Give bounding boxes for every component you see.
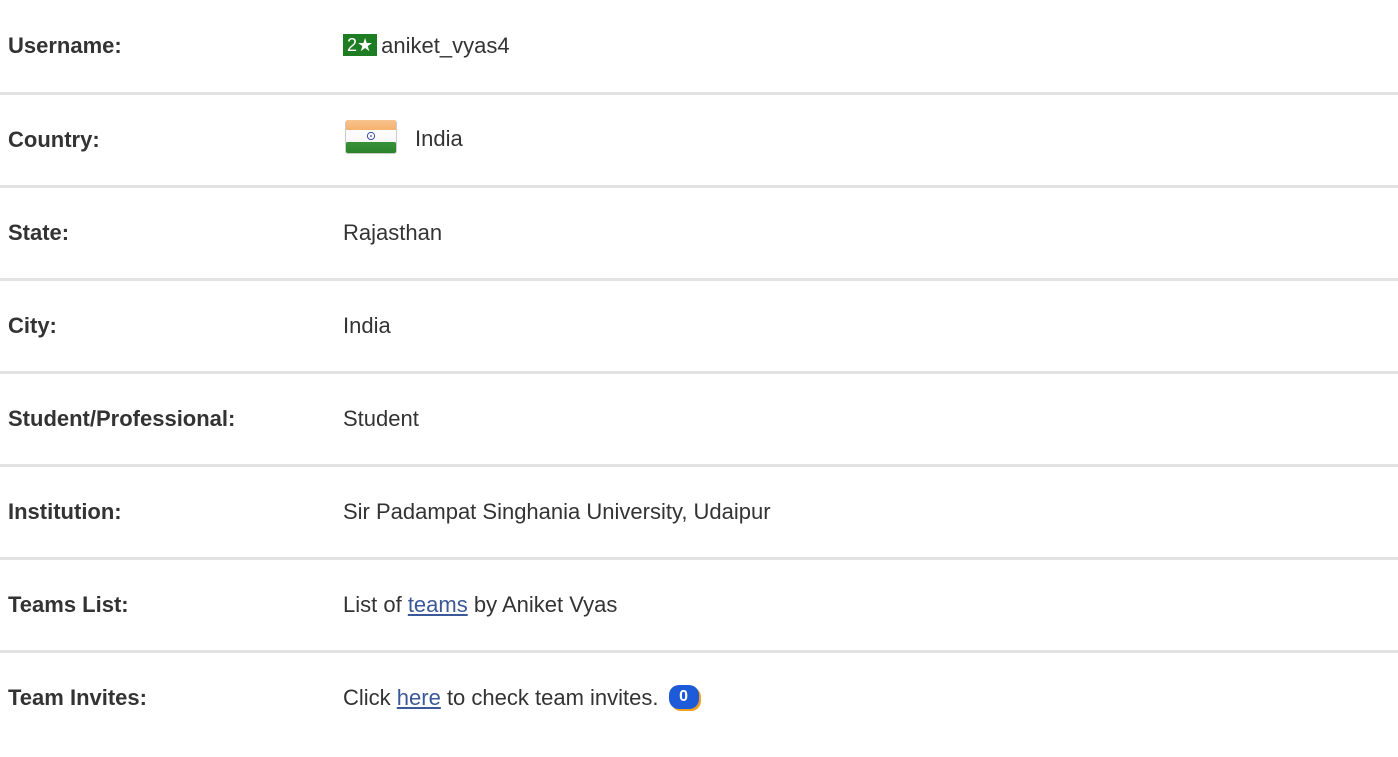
team-invites-row: Team Invites: Click here to check team i… [0,651,1398,744]
country-value: India [415,125,463,151]
username-value-cell: 2★ aniket_vyas4 [343,0,1398,93]
user-profile-details-table: Username: 2★ aniket_vyas4 Country: India… [0,0,1398,744]
star-rating-badge: 2★ [343,33,378,56]
occupation-value: Student [343,405,419,431]
teams-link[interactable]: teams [408,592,468,617]
teams-list-value-cell: List of teams by Aniket Vyas [343,558,1398,651]
state-label: State: [8,219,70,245]
country-value-cell: India [343,93,1398,186]
occupation-label: Student/Professional: [8,405,236,431]
occupation-row: Student/Professional: Student [0,372,1398,465]
state-value: Rajasthan [343,219,443,245]
teams-list-suffix: by Aniket Vyas [467,591,618,617]
username-value: aniket_vyas4 [381,32,510,58]
city-value: India [343,312,391,338]
team-invites-label: Team Invites: [8,685,147,711]
city-label: City: [8,312,57,338]
team-invites-suffix: to check team invites. [440,685,665,711]
team-invites-value-cell: Click here to check team invites. 0 [343,651,1398,744]
country-row: Country: India [0,93,1398,186]
teams-list-row: Teams List: List of teams by Aniket Vyas [0,558,1398,651]
teams-list-label: Teams List: [8,591,129,617]
country-label: Country: [8,126,100,152]
institution-value: Sir Padampat Singhania University, Udaip… [343,498,771,524]
institution-label: Institution: [8,498,122,524]
state-row: State: Rajasthan [0,186,1398,279]
username-label: Username: [8,32,122,58]
team-invites-here-link[interactable]: here [397,685,441,710]
team-invites-prefix: Click [343,685,397,711]
institution-row: Institution: Sir Padampat Singhania Univ… [0,465,1398,558]
india-flag-icon [343,117,399,157]
username-row: Username: 2★ aniket_vyas4 [0,0,1398,93]
team-invites-count-badge: 0 [668,685,699,710]
teams-list-prefix: List of [343,591,408,617]
city-row: City: India [0,279,1398,372]
